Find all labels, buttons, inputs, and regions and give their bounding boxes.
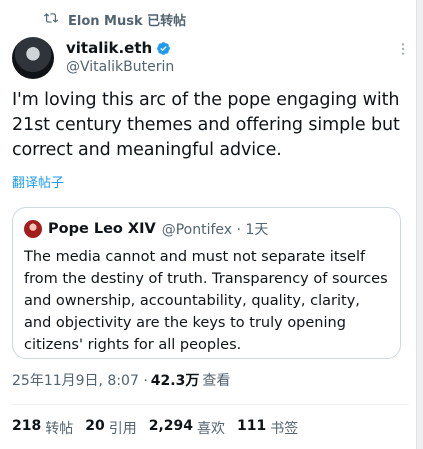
quoted-tweet-card[interactable]: Pope Leo XIV @Pontifex · 1天 The media ca… bbox=[12, 207, 401, 359]
views-count: 42.3万 bbox=[150, 373, 200, 389]
likes-count: 2,294 bbox=[148, 418, 194, 434]
quotes-count: 20 bbox=[85, 418, 105, 434]
quoted-author-avatar bbox=[24, 220, 42, 238]
tweet-metadata: 25年11月9日, 8:07 · 42.3万 查看 bbox=[12, 370, 230, 390]
quoted-author-handle-time: @Pontifex · 1天 bbox=[161, 222, 269, 238]
translate-post-link[interactable]: 翻译帖子 bbox=[12, 172, 64, 191]
author-handle[interactable]: @VitalikButerin bbox=[66, 59, 174, 75]
quoted-tweet-header: Pope Leo XIV @Pontifex · 1天 bbox=[24, 219, 268, 239]
bookmarks-stat[interactable]: 111 书签 bbox=[237, 418, 298, 438]
scrollbar-track[interactable] bbox=[416, 0, 423, 449]
likes-stat[interactable]: 2,294 喜欢 bbox=[149, 418, 225, 438]
divider bbox=[12, 404, 409, 405]
repost-icon bbox=[44, 10, 58, 29]
reposts-label: 转帖 bbox=[45, 421, 74, 437]
quotes-stat[interactable]: 20 引用 bbox=[85, 418, 136, 438]
author-names: vitalik.eth @VitalikButerin bbox=[66, 39, 174, 75]
tweet-author: vitalik.eth @VitalikButerin bbox=[12, 37, 411, 81]
more-options-icon[interactable] bbox=[395, 41, 411, 61]
bookmarks-label: 书签 bbox=[270, 421, 299, 437]
reposts-count: 218 bbox=[12, 418, 42, 434]
verified-badge-icon[interactable] bbox=[156, 41, 171, 56]
likes-label: 喜欢 bbox=[197, 421, 226, 437]
repost-label: Elon Musk 已转帖 bbox=[68, 14, 187, 29]
avatar[interactable] bbox=[12, 37, 54, 79]
tweet-timestamp[interactable]: 25年11月9日, 8:07 · bbox=[12, 370, 148, 390]
quotes-label: 引用 bbox=[108, 421, 137, 437]
engagement-stats: 218 转帖 20 引用 2,294 喜欢 111 书签 bbox=[12, 418, 298, 438]
quoted-author-name: Pope Leo XIV bbox=[48, 221, 156, 237]
author-display-name[interactable]: vitalik.eth bbox=[66, 39, 152, 57]
reposts-stat[interactable]: 218 转帖 bbox=[12, 418, 73, 438]
quoted-tweet-text: The media cannot and must not separate i… bbox=[24, 249, 388, 353]
tweet-text: I'm loving this arc of the pope engaging… bbox=[12, 90, 400, 160]
repost-context[interactable]: Elon Musk 已转帖 bbox=[44, 10, 186, 29]
views-label: 查看 bbox=[202, 373, 231, 389]
bookmarks-count: 111 bbox=[237, 418, 267, 434]
